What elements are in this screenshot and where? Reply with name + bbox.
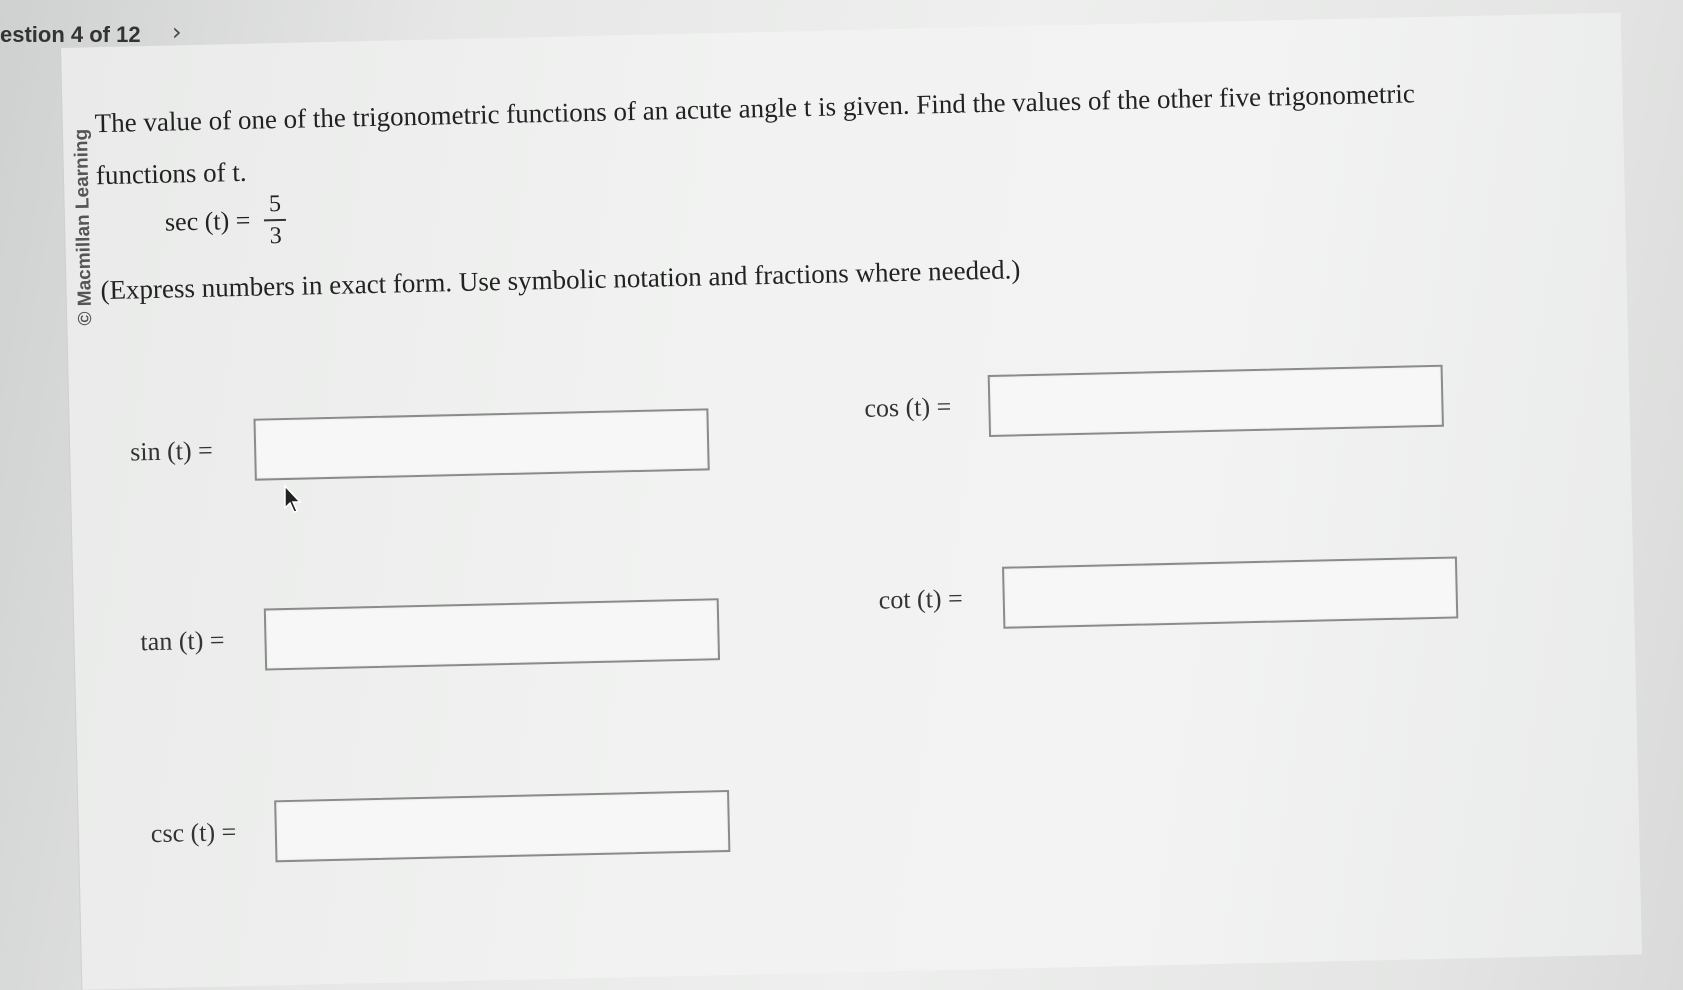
chevron-right-icon[interactable]: › xyxy=(172,18,182,46)
answer-row-csc: csc (t) = xyxy=(150,790,731,865)
cos-label: cos (t) = xyxy=(864,391,952,423)
fraction-denominator: 3 xyxy=(269,223,283,250)
cos-input[interactable] xyxy=(987,364,1444,438)
question-prompt: The value of one of the trigonometric fu… xyxy=(94,78,1416,191)
cot-input[interactable] xyxy=(1002,556,1459,629)
given-label: sec (t) = xyxy=(164,205,251,237)
sin-label: sin (t) = xyxy=(129,435,214,467)
question-counter: estion 4 of 12 xyxy=(0,22,141,47)
answer-row-cos: cos (t) = xyxy=(864,364,1444,440)
tan-label: tan (t) = xyxy=(140,625,225,657)
given-fraction: 5 3 xyxy=(264,191,287,249)
csc-input[interactable] xyxy=(274,790,731,863)
fraction-numerator: 5 xyxy=(268,191,282,218)
given-value: sec (t) = 5 3 xyxy=(164,191,287,252)
csc-label: csc (t) = xyxy=(150,817,237,849)
answer-instructions: (Express numbers in exact form. Use symb… xyxy=(100,254,1021,306)
cot-label: cot (t) = xyxy=(878,583,964,615)
sin-input[interactable] xyxy=(253,408,710,481)
fraction-bar xyxy=(264,218,287,222)
copyright-container: © Macmillan Learning xyxy=(71,129,110,556)
tan-input[interactable] xyxy=(263,598,721,671)
mouse-pointer-icon xyxy=(284,484,302,513)
answer-row-cot: cot (t) = xyxy=(878,556,1459,631)
answer-row-tan: tan (t) = xyxy=(140,598,721,673)
copyright-notice: © Macmillan Learning xyxy=(70,128,97,326)
answer-row-sin: sin (t) = xyxy=(129,408,710,483)
page-background: estion 4 of 12 › © Macmillan Learning Th… xyxy=(0,0,1683,990)
